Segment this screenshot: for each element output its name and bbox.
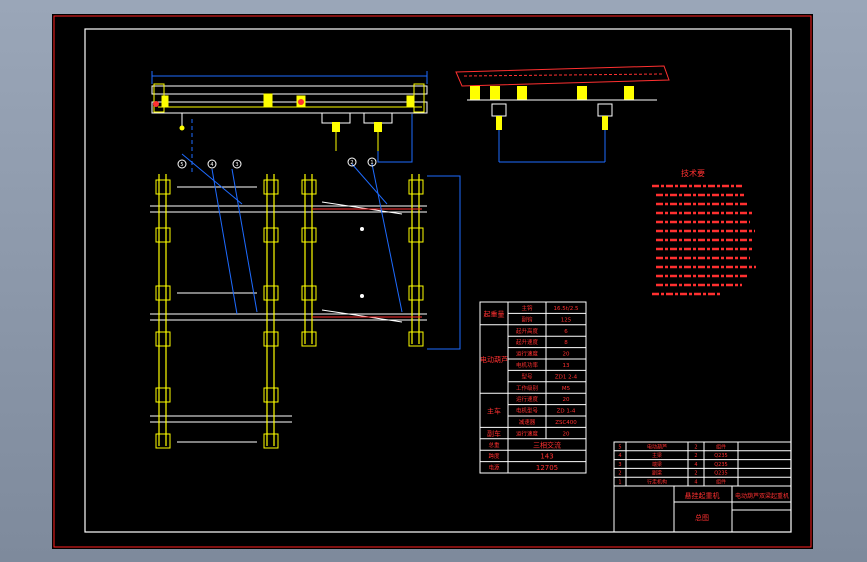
tech-req-text-lines bbox=[652, 184, 756, 296]
spec-footer-label: 跨度 bbox=[488, 452, 500, 460]
spec-value: 8 bbox=[564, 340, 568, 346]
bom-cell: 2 bbox=[694, 471, 697, 477]
bom-cell: 3 bbox=[618, 462, 621, 468]
bom-cell: 2 bbox=[618, 471, 621, 477]
balloon-label: 5 bbox=[180, 162, 183, 168]
viewer-background: 5 4 3 2 1 技术要 主钩 16.5t/2.5 副钩 125 起升高度 6 起升 bbox=[0, 0, 867, 562]
spec-param: 副钩 bbox=[521, 315, 533, 323]
spec-value: ZD 1-4 bbox=[557, 409, 576, 415]
spec-param: 减速器 bbox=[519, 418, 536, 426]
side-elevation-view bbox=[455, 65, 670, 163]
tech-req-title: 技术要 bbox=[681, 168, 705, 178]
balloon-label: 3 bbox=[235, 162, 238, 168]
balloon-label: 4 bbox=[210, 162, 213, 168]
plan-view: 5 4 3 2 1 bbox=[150, 153, 461, 449]
sheet-name: 总图 bbox=[695, 513, 709, 522]
bom-cell: 2 bbox=[694, 453, 697, 459]
spec-value: 13 bbox=[563, 363, 570, 369]
balloon-label: 1 bbox=[370, 160, 373, 166]
spec-value: 20 bbox=[563, 352, 570, 358]
spec-value: ZD1 2-4 bbox=[555, 374, 578, 380]
spec-value: M5 bbox=[562, 386, 571, 392]
bom-cell: 组件 bbox=[716, 479, 726, 486]
spec-footer-value: 143 bbox=[540, 453, 553, 461]
spec-param: 主钩 bbox=[521, 304, 533, 312]
bom-cell: 4 bbox=[694, 462, 697, 468]
bom-cell: Q235 bbox=[714, 471, 727, 477]
spec-footer-label: 总重 bbox=[488, 441, 500, 449]
spec-group-label: 主车 bbox=[487, 406, 501, 415]
inner-border bbox=[84, 28, 792, 533]
bom-cell: 组件 bbox=[716, 443, 726, 450]
spec-value: 16.5t/2.5 bbox=[553, 306, 579, 312]
spec-param: 运行速度 bbox=[516, 350, 539, 358]
spec-param: 起升高度 bbox=[516, 327, 539, 335]
project-name: 悬挂起重机 bbox=[685, 491, 720, 500]
bom-cell: 行走机构 bbox=[647, 479, 667, 486]
bom-cell: Q235 bbox=[714, 462, 727, 468]
bom-cell: 电动葫芦 bbox=[647, 443, 667, 450]
bom-cell: 端梁 bbox=[652, 461, 662, 468]
spec-footer-value: 12705 bbox=[536, 464, 558, 472]
spec-table: 主钩 16.5t/2.5 副钩 125 起升高度 6 起升速度 8 运行速度 20 电机功率 13 型号… bbox=[479, 301, 587, 474]
bom-cell: 主梁 bbox=[652, 452, 662, 459]
spec-param: 运行速度 bbox=[516, 429, 539, 437]
spec-group-label: 电动葫芦 bbox=[480, 355, 508, 364]
spec-value: 20 bbox=[563, 397, 570, 403]
bom-cell: Q235 bbox=[714, 453, 727, 459]
spec-value: 20 bbox=[563, 431, 570, 437]
drawing-sheet: 5 4 3 2 1 技术要 主钩 16.5t/2.5 副钩 125 起升高度 6 起升 bbox=[52, 14, 813, 549]
spec-param: 电机功率 bbox=[516, 361, 539, 369]
title-block: 悬挂起重机 电动葫芦双梁起重机 总图 5 电动葫芦 2 组件 4 主梁 2 Q235 3 端梁 4 Q… bbox=[613, 441, 792, 533]
spec-param: 型号 bbox=[521, 372, 533, 380]
spec-param: 电机型号 bbox=[516, 407, 539, 415]
spec-footer-value: 三相交流 bbox=[533, 440, 561, 449]
spec-group-label: 副车 bbox=[487, 429, 501, 438]
spec-param: 运行速度 bbox=[516, 395, 539, 403]
front-elevation-view bbox=[151, 71, 428, 174]
drawing-name: 电动葫芦双梁起重机 bbox=[735, 492, 789, 500]
bom-cell: 4 bbox=[618, 453, 621, 459]
bom-cell: 2 bbox=[694, 444, 697, 450]
bom-cell: 1 bbox=[618, 480, 621, 486]
spec-value: 125 bbox=[561, 317, 572, 323]
spec-value: 6 bbox=[564, 329, 568, 335]
bom-cell: 5 bbox=[618, 444, 621, 450]
cad-drawing: 5 4 3 2 1 技术要 主钩16.5t/2.5副钩125起升高度6起升 bbox=[53, 15, 812, 548]
spec-footer-label: 电源 bbox=[488, 464, 500, 472]
spec-param: 起升速度 bbox=[516, 338, 539, 346]
balloon-label: 2 bbox=[350, 160, 353, 166]
spec-value: ZSC400 bbox=[555, 420, 577, 426]
technical-requirements: 技术要 bbox=[652, 168, 756, 296]
bom-cell: 副梁 bbox=[652, 470, 662, 477]
spec-group-label: 起重量 bbox=[484, 310, 505, 318]
bom-cell: 4 bbox=[694, 480, 697, 486]
spec-param: 工作级别 bbox=[516, 384, 538, 392]
